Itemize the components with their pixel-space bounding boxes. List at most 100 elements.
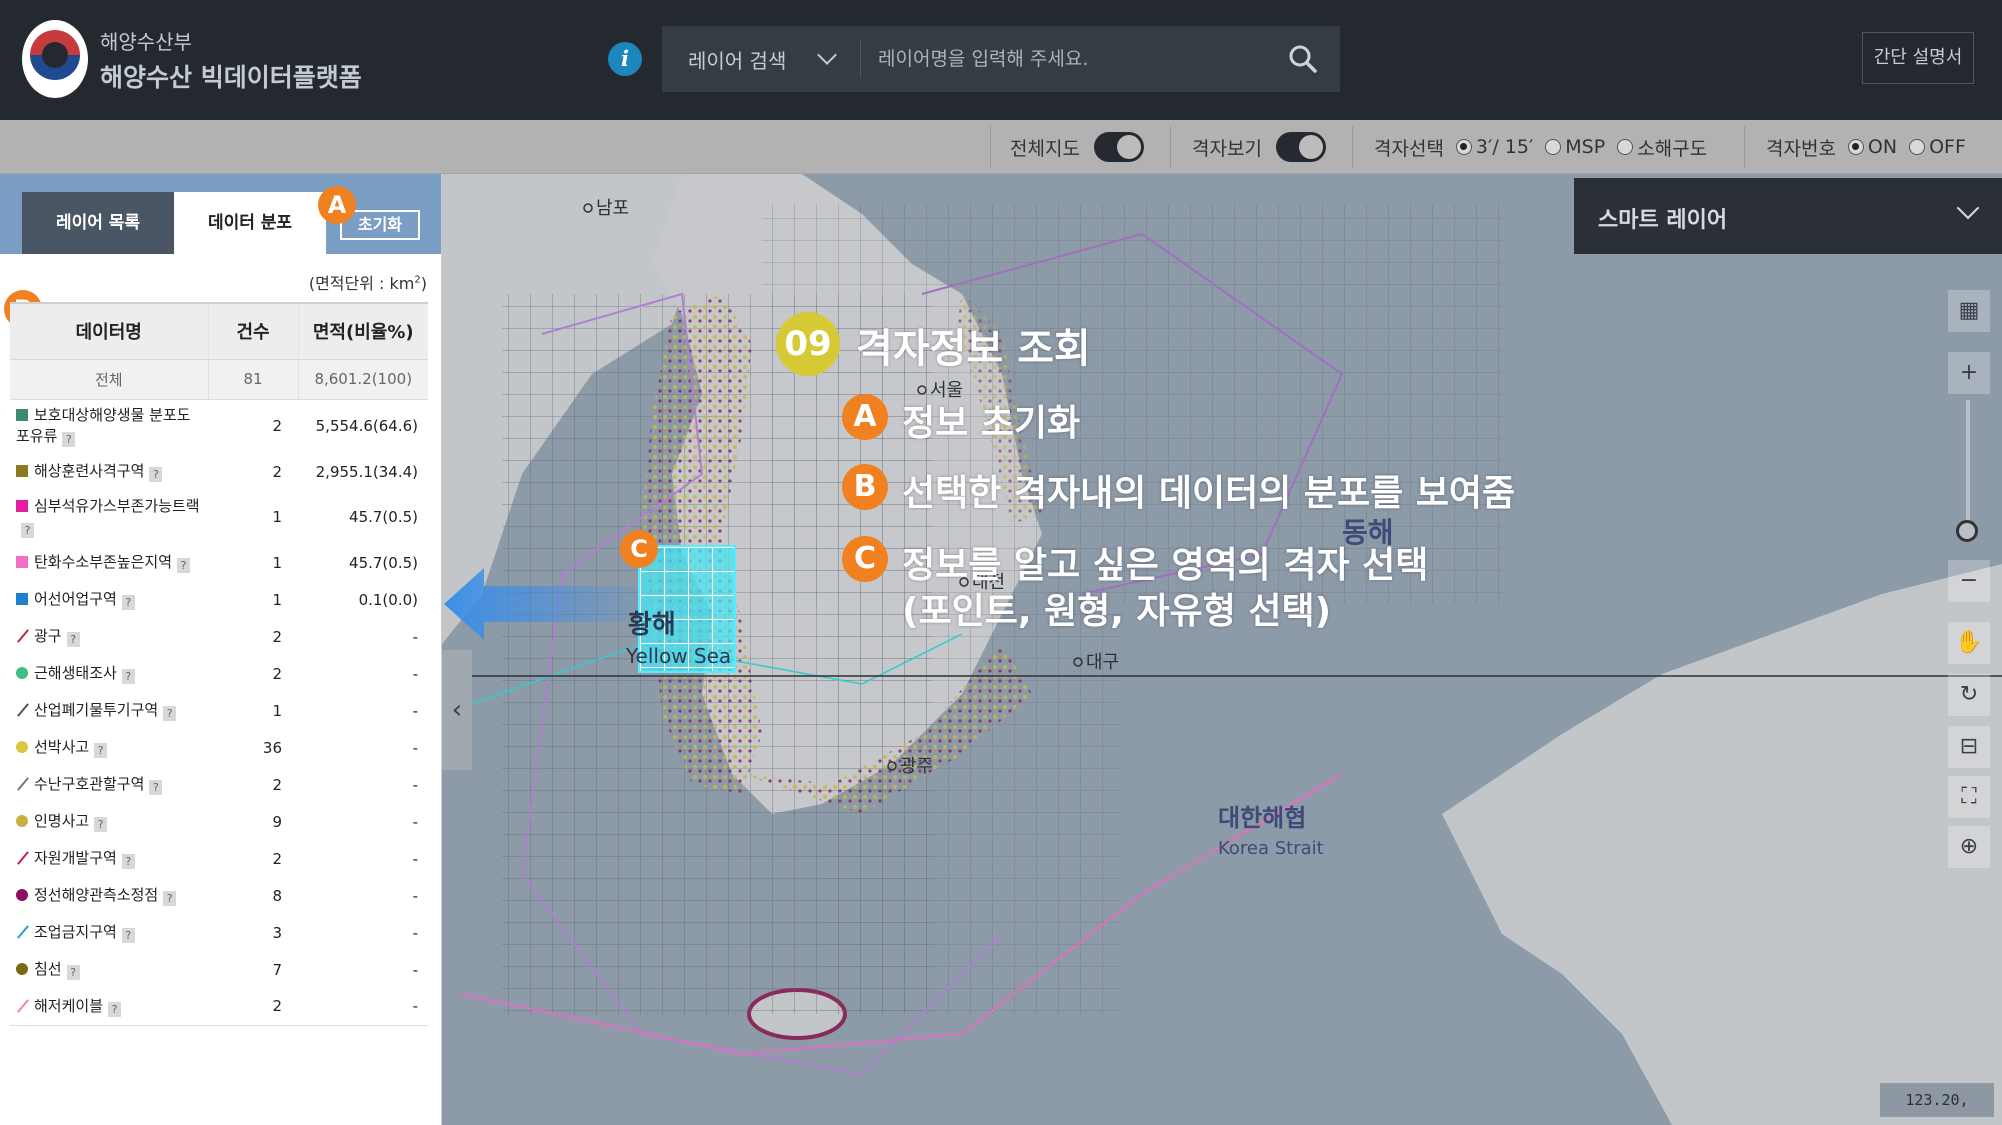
zoom-out-button[interactable]: − [1948, 560, 1990, 602]
smart-layer-panel[interactable]: 스마트 레이어 [1574, 178, 2002, 254]
radio-3min-15min[interactable] [1455, 139, 1472, 155]
row-name: 선박사고? [10, 729, 208, 766]
place-label-nampo: 남포 [596, 198, 629, 219]
table-row[interactable]: 정선해양관측소정점? 8 - [10, 877, 428, 914]
extent-icon[interactable]: ⛶ [1948, 776, 1990, 818]
annotation-badge-c-map: C [620, 530, 658, 568]
zoom-slider-track[interactable] [1966, 400, 1970, 540]
row-name: 해상훈련사격구역? [10, 453, 208, 490]
chevron-down-icon[interactable] [1956, 196, 1980, 220]
legend-swatch-icon [16, 852, 28, 864]
table-row[interactable]: 탄화수소부존높은지역? 1 45.7(0.5) [10, 544, 428, 581]
col-header-name[interactable]: 데이터명 [10, 302, 208, 360]
table-row[interactable]: 침선? 7 - [10, 951, 428, 988]
radio-msp[interactable] [1545, 139, 1562, 155]
help-icon[interactable]: ? [149, 780, 163, 795]
help-icon[interactable]: ? [121, 854, 135, 869]
row-count: 2 [272, 775, 282, 794]
legend-swatch-icon [16, 1000, 28, 1012]
measure-icon[interactable]: ⊟ [1948, 726, 1990, 768]
table-row[interactable]: 해저케이블? 2- [10, 988, 428, 1026]
table-row[interactable]: 심부석유가스부존가능트랙? 1 45.7(0.5) [10, 490, 428, 544]
table-row[interactable]: 산업폐기물투기구역? 1 - [10, 692, 428, 729]
refresh-icon[interactable]: ↻ [1948, 674, 1990, 716]
info-icon[interactable]: i [608, 42, 642, 76]
help-icon[interactable]: ? [121, 928, 135, 943]
grid-number-control: 격자번호 ON OFF [1766, 120, 1966, 174]
table-row[interactable]: 어선어업구역? 1 0.1(0.0) [10, 581, 428, 618]
quick-manual-button[interactable]: 간단 설명서 [1862, 32, 1974, 84]
platform-name[interactable]: 해양수산 빅데이터플랫폼 [100, 58, 362, 94]
col-header-count[interactable]: 건수 [207, 302, 298, 360]
radio-grid-number-off[interactable] [1909, 139, 1926, 155]
pan-hand-icon[interactable]: ✋ [1948, 622, 1990, 664]
help-icon[interactable]: ? [163, 706, 177, 721]
table-row[interactable]: 보호대상해양생물 분포도 포유류? 2 5,554.6(64.6) [10, 399, 428, 453]
layer-search-input[interactable] [878, 42, 1268, 76]
grid-number-option-label[interactable]: OFF [1929, 136, 1966, 158]
help-icon[interactable]: ? [66, 632, 80, 647]
help-icon[interactable]: ? [94, 817, 108, 832]
radio-sohaegudo[interactable] [1617, 139, 1634, 155]
legend-swatch-icon [16, 778, 28, 790]
ministry-logo[interactable] [22, 20, 88, 98]
globe-icon[interactable]: ⊕ [1948, 826, 1990, 868]
map-control-bar: 전체지도 격자보기 격자선택 3′/ 15′ MSP 소해구도 격자번호 ON … [0, 120, 2002, 174]
radio-grid-number-on[interactable] [1847, 139, 1864, 155]
grid-option-label[interactable]: 3′/ 15′ [1476, 136, 1533, 158]
col-header-area[interactable]: 면적(비율%) [297, 302, 428, 360]
table-row[interactable]: 조업금지구역? 3 - [10, 914, 428, 951]
grid-option-label[interactable]: MSP [1565, 136, 1605, 158]
help-icon[interactable]: ? [94, 743, 108, 758]
help-icon[interactable]: ? [149, 467, 163, 482]
legend-swatch-icon [16, 593, 28, 605]
grid-layout-icon[interactable]: ▦ [1948, 290, 1990, 332]
full-map-control: 전체지도 [1010, 120, 1144, 174]
table-row[interactable]: 선박사고? 36 - [10, 729, 428, 766]
help-icon[interactable]: ? [66, 965, 80, 980]
legend-swatch-icon [16, 465, 28, 477]
tab-data-distribution[interactable]: 데이터 분포 [174, 192, 326, 254]
row-name-text: 산업폐기물투기구역 [34, 701, 159, 719]
help-icon[interactable]: ? [108, 1001, 122, 1017]
grid-view-toggle[interactable] [1275, 132, 1326, 162]
row-area: 45.7(0.5) [349, 508, 418, 526]
table-header-row: 데이터명 건수 면적(비율%) [10, 302, 428, 360]
collapse-sidebar-button[interactable]: ‹ [442, 650, 472, 770]
help-icon[interactable]: ? [177, 558, 191, 573]
table-row[interactable]: 근해생태조사? 2 - [10, 655, 428, 692]
full-map-toggle[interactable] [1093, 132, 1144, 162]
help-icon[interactable]: ? [163, 891, 177, 906]
coordinate-readout: 123.20, 34.09 [1880, 1083, 1994, 1117]
search-icon[interactable] [1288, 44, 1318, 74]
zoom-slider-handle[interactable] [1956, 520, 1978, 542]
row-name-text: 자원개발구역 [34, 849, 117, 867]
table-row[interactable]: 해상훈련사격구역? 2 2,955.1(34.4) [10, 453, 428, 490]
row-area: - [412, 923, 418, 942]
row-count: 36 [262, 738, 282, 757]
help-icon[interactable]: ? [121, 595, 135, 610]
place-label-korea-strait-en: Korea Strait [1218, 838, 1324, 859]
table-row[interactable]: 수난구호관할구역? 2 - [10, 766, 428, 803]
help-icon[interactable]: ? [21, 523, 34, 538]
row-count: 2 [208, 988, 298, 1026]
table-row[interactable]: 인명사고? 9 - [10, 803, 428, 840]
grid-option-label[interactable]: 소해구도 [1637, 134, 1707, 161]
place-label-korea-strait-ko: 대한해협 [1218, 804, 1306, 832]
tab-layer-list[interactable]: 레이어 목록 [22, 192, 174, 254]
row-area: 45.7(0.5) [349, 553, 418, 572]
arrow-left-icon [444, 568, 640, 640]
row-name: 산업폐기물투기구역? [10, 692, 208, 729]
help-icon[interactable]: ? [62, 432, 76, 448]
search-category-select[interactable]: 레이어 검색 [688, 45, 786, 74]
area-unit-text: (면적단위 : km [308, 274, 415, 293]
table-row[interactable]: 광구? 2 - [10, 618, 428, 655]
table-row[interactable]: 자원개발구역? 2 - [10, 840, 428, 877]
layer-search-box: 레이어 검색 [662, 26, 1340, 92]
grid-number-option-label[interactable]: ON [1868, 136, 1897, 158]
legend-swatch-icon [16, 889, 28, 901]
help-icon[interactable]: ? [121, 669, 135, 684]
zoom-in-button[interactable]: + [1948, 352, 1990, 394]
legend-swatch-icon [16, 556, 28, 568]
chevron-down-icon[interactable] [817, 45, 837, 65]
